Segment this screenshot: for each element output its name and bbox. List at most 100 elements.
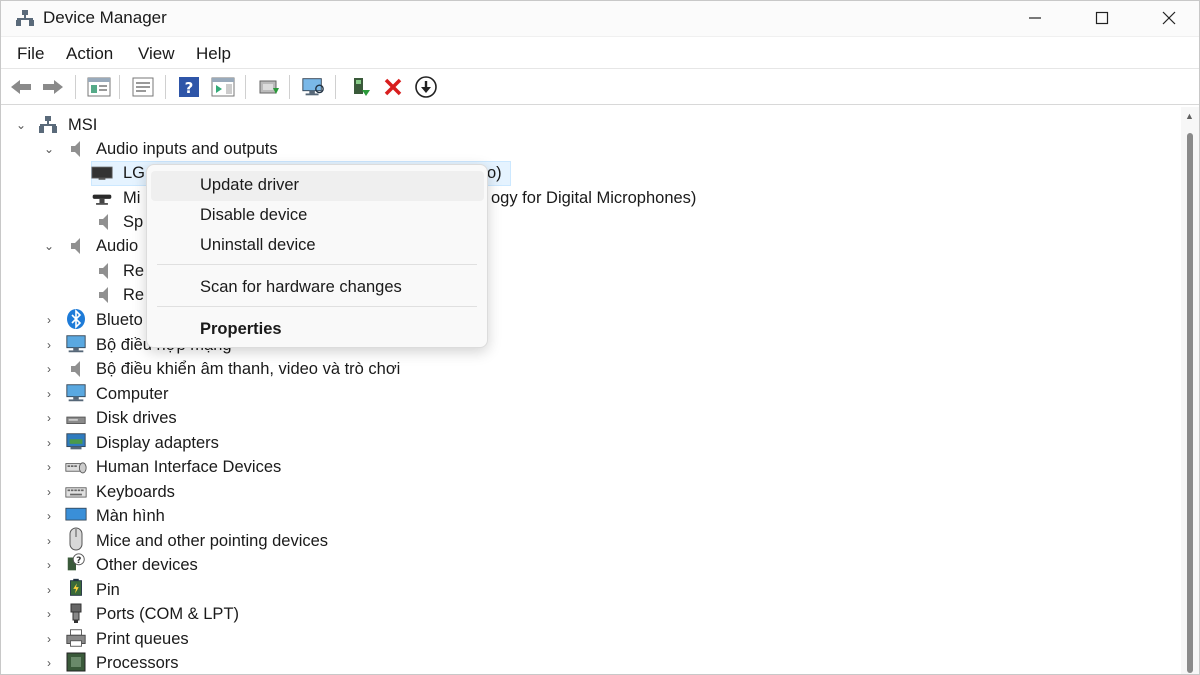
toolbar-divider	[119, 75, 120, 99]
tree-category-label: Mice and other pointing devices	[96, 532, 329, 550]
title-bar: Device Manager	[1, 1, 1199, 37]
collapsed-chevron-icon[interactable]: ›	[43, 411, 55, 425]
tree-category-sound-controllers[interactable]: › Bộ điều khiển âm thanh, video và trò c…	[5, 357, 465, 381]
properties-icon[interactable]	[131, 75, 155, 99]
properties-menu-item[interactable]: Properties	[200, 320, 282, 339]
tree-category-ports[interactable]: › Ports (COM & LPT)	[5, 602, 265, 626]
speaker-icon	[93, 261, 115, 281]
tree-category-battery[interactable]: › Pin	[5, 578, 205, 602]
toolbar-divider	[245, 75, 246, 99]
menu-bar: File Action View Help	[1, 39, 1199, 69]
network-adapter-icon	[65, 334, 87, 354]
toolbar-divider	[289, 75, 290, 99]
scroll-up-arrow-icon[interactable]: ▲	[1185, 111, 1194, 121]
tree-category-label: Human Interface Devices	[96, 458, 282, 476]
tree-device-label: Re	[123, 286, 145, 304]
bluetooth-icon	[65, 309, 87, 329]
expand-chevron-icon[interactable]: ⌄	[43, 142, 55, 156]
enable-device-icon[interactable]	[349, 75, 373, 99]
tree-device-label-tail: o)	[487, 164, 502, 182]
expand-chevron-icon[interactable]: ⌄	[15, 118, 27, 132]
collapsed-chevron-icon[interactable]: ›	[43, 485, 55, 499]
speaker-icon	[65, 236, 87, 256]
battery-icon	[65, 578, 87, 598]
maximize-button[interactable]	[1068, 1, 1136, 35]
menu-help[interactable]: Help	[196, 44, 231, 64]
collapsed-chevron-icon[interactable]: ›	[43, 387, 55, 401]
uninstall-device-icon[interactable]	[381, 75, 405, 99]
collapsed-chevron-icon[interactable]: ›	[43, 607, 55, 621]
tree-category-display-adapters[interactable]: › Display adapters	[5, 431, 245, 455]
collapsed-chevron-icon[interactable]: ›	[43, 362, 55, 376]
uninstall-device-menu-item[interactable]: Uninstall device	[200, 236, 316, 255]
tree-category-other-devices[interactable]: › ? Other devices	[5, 553, 245, 577]
speaker-icon	[93, 212, 115, 232]
menu-action[interactable]: Action	[66, 44, 113, 64]
tree-category-processors[interactable]: › Processors	[5, 651, 225, 674]
tree-category-computer[interactable]: › Computer	[5, 382, 205, 406]
tree-category-label: Keyboards	[96, 483, 175, 501]
collapsed-chevron-icon[interactable]: ›	[43, 534, 55, 548]
toolbar: ?	[1, 69, 1199, 105]
tree-root-msi[interactable]: ⌄ MSI	[5, 113, 205, 137]
keyboard-icon	[65, 482, 87, 502]
context-menu-divider	[157, 264, 477, 265]
context-menu: Update driver Disable device Uninstall d…	[146, 164, 488, 348]
back-icon[interactable]	[9, 75, 33, 99]
update-driver-menu-item[interactable]: Update driver	[200, 176, 299, 195]
action-pane-icon[interactable]	[211, 75, 235, 99]
collapsed-chevron-icon[interactable]: ›	[43, 656, 55, 670]
tree-category-keyboards[interactable]: › Keyboards	[5, 480, 205, 504]
console-tree-icon[interactable]	[87, 75, 111, 99]
expand-chevron-icon[interactable]: ⌄	[43, 239, 55, 253]
speaker-icon	[65, 139, 87, 159]
scan-hardware-icon[interactable]	[301, 75, 325, 99]
speaker-icon	[93, 285, 115, 305]
tree-category-label: Bộ điều khiển âm thanh, video và trò chơ…	[96, 360, 401, 378]
tree-category-audio-inputs[interactable]: ⌄ Audio inputs and outputs	[5, 137, 325, 161]
collapsed-chevron-icon[interactable]: ›	[43, 436, 55, 450]
mouse-icon	[65, 527, 87, 551]
toolbar-divider	[165, 75, 166, 99]
collapsed-chevron-icon[interactable]: ›	[43, 313, 55, 327]
window-title: Device Manager	[43, 8, 167, 27]
tree-category-disk-drives[interactable]: › Disk drives	[5, 406, 205, 430]
collapsed-chevron-icon[interactable]: ›	[43, 338, 55, 352]
tree-category-label: Print queues	[96, 630, 189, 648]
computer-icon	[65, 383, 87, 403]
collapsed-chevron-icon[interactable]: ›	[43, 509, 55, 523]
menu-file[interactable]: File	[17, 44, 44, 64]
collapsed-chevron-icon[interactable]: ›	[43, 583, 55, 597]
toolbar-divider	[335, 75, 336, 99]
disable-device-menu-item[interactable]: Disable device	[200, 206, 307, 225]
scroll-thumb[interactable]	[1187, 133, 1193, 673]
tree-category-label: Processors	[96, 654, 179, 672]
update-driver-icon[interactable]	[257, 75, 281, 99]
device-manager-window: Device Manager File Action View Help ? ⌄…	[0, 0, 1200, 675]
tree-device-label-tail: ogy for Digital Microphones)	[491, 189, 697, 207]
collapsed-chevron-icon[interactable]: ›	[43, 460, 55, 474]
tree-category-hid[interactable]: › Human Interface Devices	[5, 455, 305, 479]
tree-category-label: Pin	[96, 581, 120, 599]
toolbar-divider	[75, 75, 76, 99]
tree-category-mice[interactable]: › Mice and other pointing devices	[5, 527, 365, 553]
forward-icon[interactable]	[41, 75, 65, 99]
collapsed-chevron-icon[interactable]: ›	[43, 558, 55, 572]
download-icon[interactable]	[414, 75, 438, 99]
tree-category-label: Disk drives	[96, 409, 177, 427]
sound-controller-icon	[65, 359, 87, 379]
collapsed-chevron-icon[interactable]: ›	[43, 632, 55, 646]
monitor-icon	[91, 163, 113, 183]
menu-view[interactable]: View	[138, 44, 175, 64]
vertical-scrollbar[interactable]: ▲	[1181, 107, 1199, 674]
close-button[interactable]	[1135, 1, 1199, 35]
tree-category-print-queues[interactable]: › Print queues	[5, 627, 225, 651]
processor-icon	[65, 652, 87, 672]
tree-category-label: Màn hình	[96, 507, 165, 525]
tree-category-monitors[interactable]: › Màn hình	[5, 504, 205, 528]
scan-hardware-menu-item[interactable]: Scan for hardware changes	[200, 278, 402, 297]
other-devices-icon: ?	[65, 553, 87, 573]
minimize-button[interactable]	[1001, 1, 1069, 35]
tree-category-label: Display adapters	[96, 434, 219, 452]
help-icon[interactable]: ?	[177, 75, 201, 99]
